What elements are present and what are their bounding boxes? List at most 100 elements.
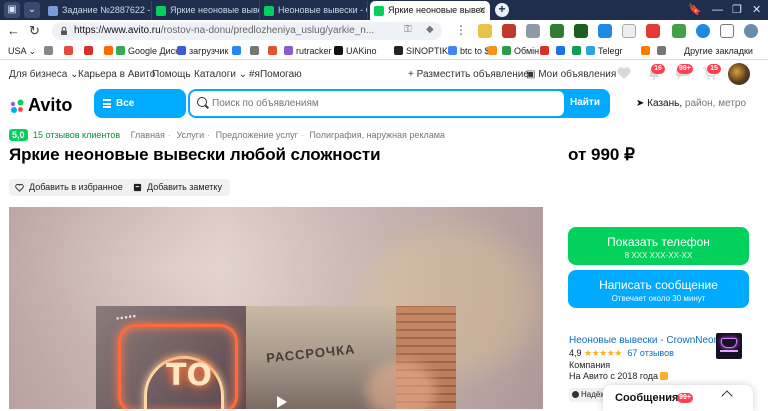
- bookmark-item[interactable]: [641, 44, 653, 58]
- show-phone-button[interactable]: Показать телефон 8 XXX XXX-XX-XX: [568, 227, 749, 265]
- seller-reviews-link[interactable]: 67 отзывов: [627, 348, 674, 358]
- heart-icon[interactable]: [616, 65, 632, 81]
- bookmark-item[interactable]: [84, 44, 96, 58]
- more-vertical-icon[interactable]: ⋮: [455, 23, 467, 37]
- tab-avito-seller[interactable]: Неоновые вывески - Crow: [260, 1, 368, 20]
- search-input[interactable]: [212, 95, 552, 112]
- minimize-icon[interactable]: —: [712, 2, 723, 18]
- nav-hashtag[interactable]: #яПомогаю: [249, 69, 302, 80]
- extension-icon[interactable]: [598, 24, 612, 38]
- breadcrumb-item[interactable]: Предложение услуг: [216, 130, 298, 140]
- extension-icon[interactable]: [574, 24, 588, 38]
- bookmark-generic-icon: [268, 46, 277, 55]
- bookmark-item[interactable]: btc to $: [448, 44, 490, 58]
- tab-label: Яркие неоновые вывески: [170, 5, 259, 15]
- play-icon[interactable]: [277, 396, 287, 408]
- extension-icon[interactable]: [550, 24, 564, 38]
- bookmark-item[interactable]: Telegr: [586, 44, 623, 58]
- breadcrumb-item[interactable]: Полиграфия, наружная реклама: [309, 130, 445, 140]
- extension-icon[interactable]: [622, 24, 636, 38]
- bookmark-item[interactable]: SINOPTIK: [394, 44, 448, 58]
- bookmark-item[interactable]: [556, 44, 568, 58]
- add-note-button[interactable]: Добавить заметку: [127, 179, 230, 196]
- bookmark-item[interactable]: [64, 44, 76, 58]
- site-header: Avito Все категории Найти ➤ Казань, райо…: [0, 88, 768, 138]
- back-icon[interactable]: ←: [7, 23, 20, 39]
- nav-business[interactable]: Для бизнеса ⌄: [9, 69, 79, 80]
- breadcrumb-item[interactable]: Главная: [131, 130, 165, 140]
- chevron-up-icon[interactable]: [721, 390, 733, 402]
- profile-icon[interactable]: [744, 24, 758, 38]
- avito-logo[interactable]: Avito: [9, 95, 72, 116]
- avito-favicon-icon: [156, 6, 166, 16]
- extension-icon[interactable]: [502, 24, 516, 38]
- tab-label: Неоновые вывески - Crow: [278, 5, 367, 15]
- nav-career[interactable]: Карьера в Авито: [78, 69, 155, 80]
- user-avatar[interactable]: [728, 63, 750, 85]
- my-ads-link[interactable]: ▣ Мои объявления: [526, 69, 616, 80]
- nav-catalogs[interactable]: Каталоги ⌄: [194, 69, 247, 80]
- bookmark-item[interactable]: загрузчик: [177, 44, 228, 58]
- sinoptik-icon: [394, 46, 403, 55]
- location-selector[interactable]: ➤ Казань, район, метро: [636, 98, 746, 109]
- tab-active[interactable]: Яркие неоновые вывес ✕: [370, 1, 490, 20]
- tab-avito-listing[interactable]: Яркие неоновые вывески: [152, 1, 260, 20]
- key-icon[interactable]: ⚿: [404, 24, 412, 35]
- browser-menu-icon[interactable]: ▣: [4, 2, 20, 18]
- seller-name-link[interactable]: Неоновые вывески - CrownNeon: [569, 335, 719, 346]
- bookmark-item[interactable]: [232, 44, 244, 58]
- messenger-widget[interactable]: Сообщения 99+: [603, 385, 753, 411]
- bookmark-generic-icon: [540, 46, 549, 55]
- bookmark-star-icon[interactable]: ◆: [426, 24, 434, 35]
- vk-icon: [232, 46, 241, 55]
- write-message-button[interactable]: Написать сообщение Отвечает около 30 мин…: [568, 270, 749, 308]
- tab-label: Задание №2887622 - про: [62, 5, 151, 15]
- bookmark-icon[interactable]: 🔖: [688, 2, 702, 18]
- bookmark-item[interactable]: [488, 44, 500, 58]
- all-categories-button[interactable]: Все категории: [94, 89, 186, 138]
- bookmark-item[interactable]: [657, 44, 669, 58]
- bookmark-item[interactable]: [250, 44, 262, 58]
- extension-icon[interactable]: [526, 24, 540, 38]
- avito-favicon-icon: [374, 6, 384, 16]
- other-bookmarks[interactable]: Другие закладки: [684, 44, 753, 58]
- maximize-icon[interactable]: ❐: [732, 2, 742, 18]
- extension-icon[interactable]: [478, 24, 492, 38]
- listing-photo-gallery[interactable]: ▪▪▪▪▪ TO РАССРОЧКА: [9, 207, 543, 409]
- reload-icon[interactable]: ↻: [29, 23, 40, 39]
- rating-chip: 5,0: [9, 129, 28, 141]
- listing-photo[interactable]: ▪▪▪▪▪ TO РАССРОЧКА: [96, 306, 456, 409]
- bookmark-item[interactable]: [572, 44, 584, 58]
- puzzle-icon[interactable]: [720, 24, 734, 38]
- bookmark-item[interactable]: [540, 44, 552, 58]
- add-favorite-button[interactable]: Добавить в избранное: [9, 179, 131, 196]
- star-rating-icon: ★★★★★: [584, 348, 622, 358]
- download-icon[interactable]: [672, 24, 686, 38]
- bookmark-item[interactable]: Google Диск: [116, 44, 179, 58]
- breadcrumb-item[interactable]: Услуги: [176, 130, 204, 140]
- seller-avatar[interactable]: [716, 333, 742, 359]
- new-tab-button[interactable]: +: [495, 3, 509, 17]
- extension-icon[interactable]: [696, 24, 710, 38]
- google-drive-icon: [116, 46, 125, 55]
- bookmark-item[interactable]: rutracker: [284, 44, 332, 58]
- find-button[interactable]: Найти: [570, 97, 600, 108]
- close-window-icon[interactable]: ✕: [752, 2, 761, 18]
- cart-badge: 15: [707, 64, 721, 74]
- url-field[interactable]: https://www.avito.ru/rostov-na-donu/pred…: [52, 22, 442, 40]
- url-path: /rostov-na-donu/predlozheniya_uslug/yark…: [160, 25, 375, 36]
- bookmark-item[interactable]: UAKino: [334, 44, 377, 58]
- bookmark-item[interactable]: Обмін: [502, 44, 539, 58]
- bookmark-item[interactable]: [268, 44, 280, 58]
- extension-icon[interactable]: [646, 24, 660, 38]
- bookmark-item[interactable]: USA ⌄: [8, 44, 36, 58]
- post-ad-link[interactable]: + Разместить объявление: [408, 69, 529, 80]
- bookmark-item[interactable]: [104, 44, 116, 58]
- bookmark-item[interactable]: [44, 44, 56, 58]
- nav-help[interactable]: Помощь: [152, 69, 191, 80]
- close-tab-icon[interactable]: ✕: [478, 1, 486, 20]
- tabs-dropdown-icon[interactable]: ⌄: [24, 2, 40, 18]
- lock-icon: [61, 26, 67, 35]
- reviews-link[interactable]: 15 отзывов клиентов: [33, 130, 120, 140]
- tab-task[interactable]: Задание №2887622 - про: [44, 1, 152, 20]
